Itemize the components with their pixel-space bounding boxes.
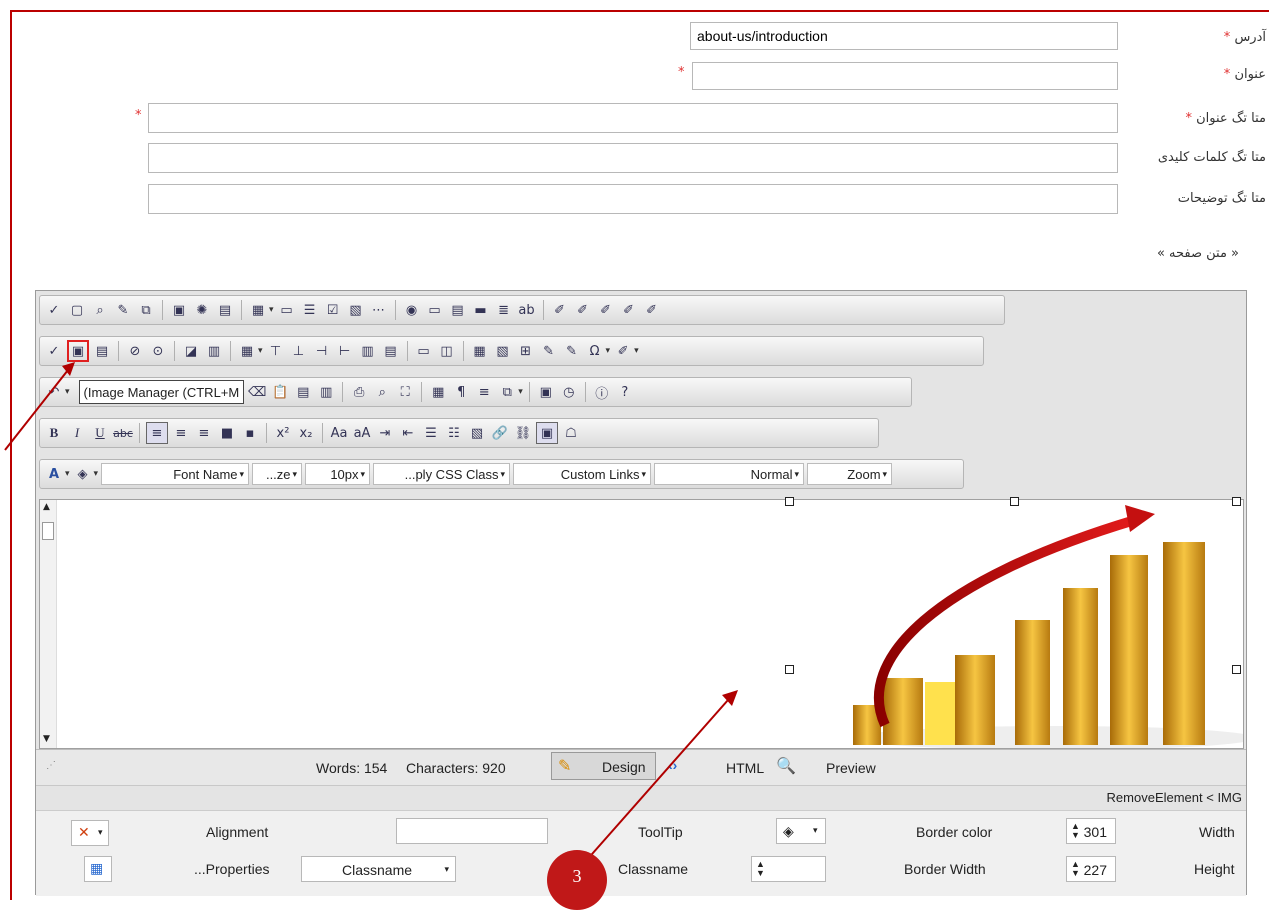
- annotation-arrows: [4, 362, 738, 863]
- step-badge: 3: [547, 850, 607, 910]
